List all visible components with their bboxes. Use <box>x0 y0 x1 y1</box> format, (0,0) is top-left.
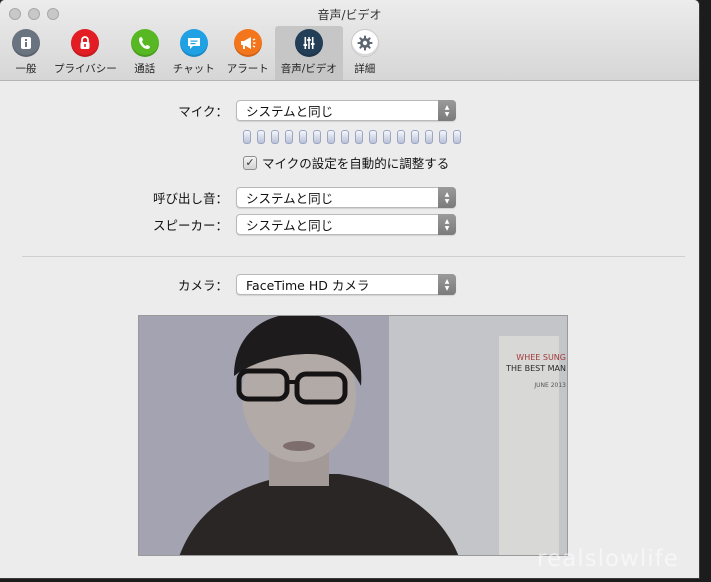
tab-calls[interactable]: 通話 <box>123 26 167 80</box>
meter-segment <box>369 130 377 144</box>
meter-segment <box>355 130 363 144</box>
ringtone-select[interactable]: システムと同じ ▲ ▼ <box>236 187 456 208</box>
speaker-label: スピーカー： <box>152 218 228 233</box>
meter-segment <box>271 130 279 144</box>
section-divider <box>22 256 685 257</box>
select-arrows-icon: ▲ ▼ <box>438 274 456 295</box>
camera-row: カメラ： FaceTime HD カメラ ▲ ▼ <box>0 274 456 295</box>
calendar-poster: WHEE SUNG THE BEST MAN JUNE 2013 <box>504 352 566 391</box>
camera-select[interactable]: FaceTime HD カメラ ▲ ▼ <box>236 274 456 295</box>
ringtone-label: 呼び出し音： <box>152 191 228 206</box>
chat-icon <box>179 29 208 57</box>
checkmark-icon: ✓ <box>243 155 257 170</box>
meter-segment <box>341 130 349 144</box>
meter-segment <box>313 130 321 144</box>
megaphone-icon <box>233 29 262 57</box>
tab-chat-label: チャット <box>172 63 215 75</box>
tab-alerts-label: アラート <box>226 63 269 75</box>
speaker-row: スピーカー： システムと同じ ▲ ▼ <box>0 214 456 235</box>
title-bar: 音声/ビデオ 一般 プライバシー 通話 チャット アラート 音声/ビデオ 詳細 <box>0 0 699 81</box>
audio-video-pane: マイク： システムと同じ ▲ ▼ ✓ マイクの設定を自動的に調整する 呼び出し音… <box>0 82 699 578</box>
tab-chat[interactable]: チャット <box>167 26 221 80</box>
camera-label: カメラ： <box>177 278 228 293</box>
ringtone-row: 呼び出し音： システムと同じ ▲ ▼ <box>0 187 456 208</box>
tab-privacy-label: プライバシー <box>54 63 117 75</box>
ringtone-select-value: システムと同じ <box>246 191 334 206</box>
mic-label: マイク： <box>178 104 228 119</box>
poster-text-2: THE BEST MAN <box>506 364 566 373</box>
poster-text-1: WHEE SUNG <box>516 353 566 362</box>
meter-segment <box>299 130 307 144</box>
meter-segment <box>285 130 293 144</box>
tab-general-label: 一般 <box>15 63 37 75</box>
lock-icon <box>71 29 100 57</box>
meter-segment <box>453 130 461 144</box>
window-title: 音声/ビデオ <box>317 8 382 22</box>
phone-icon <box>130 29 159 57</box>
mic-select-value: システムと同じ <box>246 104 334 119</box>
select-arrows-icon: ▲ ▼ <box>438 100 456 121</box>
tab-advanced-label: 詳細 <box>354 63 376 75</box>
info-icon <box>12 29 40 57</box>
tab-privacy[interactable]: プライバシー <box>48 26 123 80</box>
tab-general[interactable]: 一般 <box>4 26 48 80</box>
meter-segment <box>439 130 447 144</box>
camera-select-value: FaceTime HD カメラ <box>246 278 370 293</box>
meter-segment <box>425 130 433 144</box>
tab-audio-video[interactable]: 音声/ビデオ <box>274 26 343 80</box>
mic-level-meter <box>243 130 461 144</box>
gear-icon <box>350 29 379 57</box>
preferences-window: 音声/ビデオ 一般 プライバシー 通話 チャット アラート 音声/ビデオ 詳細 … <box>0 0 699 578</box>
tab-alerts[interactable]: アラート <box>221 26 275 80</box>
speaker-select[interactable]: システムと同じ ▲ ▼ <box>236 214 456 235</box>
meter-segment <box>383 130 391 144</box>
tab-calls-label: 通話 <box>134 63 156 75</box>
camera-preview: WHEE SUNG THE BEST MAN JUNE 2013 <box>138 315 568 556</box>
mic-select[interactable]: システムと同じ ▲ ▼ <box>236 100 456 121</box>
preferences-toolbar: 一般 プライバシー 通話 チャット アラート 音声/ビデオ 詳細 <box>4 26 387 80</box>
meter-segment <box>411 130 419 144</box>
auto-adjust-mic-checkbox[interactable]: ✓ マイクの設定を自動的に調整する <box>243 153 449 172</box>
auto-adjust-mic-label: マイクの設定を自動的に調整する <box>262 156 450 171</box>
tab-advanced[interactable]: 詳細 <box>343 26 387 80</box>
tab-audio-video-label: 音声/ビデオ <box>280 63 337 75</box>
meter-segment <box>257 130 265 144</box>
speaker-select-value: システムと同じ <box>246 218 334 233</box>
mic-row: マイク： システムと同じ ▲ ▼ <box>0 100 456 121</box>
select-arrows-icon: ▲ ▼ <box>438 187 456 208</box>
sliders-icon <box>294 29 323 57</box>
meter-segment <box>397 130 405 144</box>
select-arrows-icon: ▲ ▼ <box>438 214 456 235</box>
poster-text-3: JUNE 2013 <box>534 382 566 389</box>
meter-segment <box>327 130 335 144</box>
meter-segment <box>243 130 251 144</box>
